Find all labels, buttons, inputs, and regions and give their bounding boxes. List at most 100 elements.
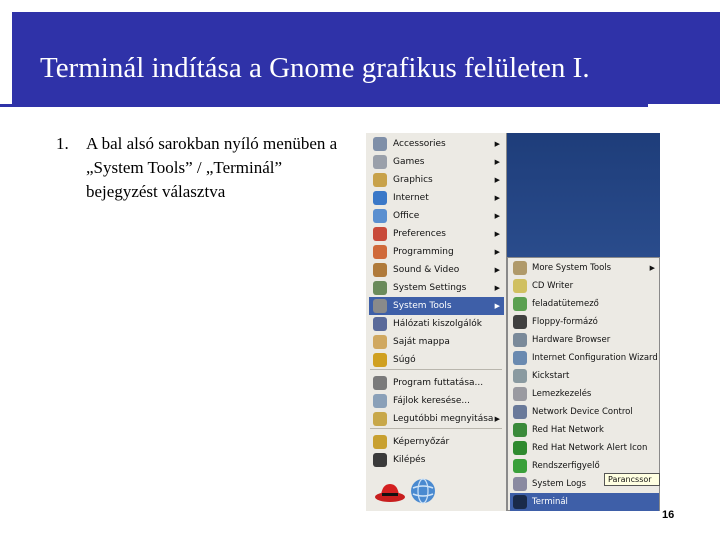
menu-item[interactable]: Fájlok keresése... [369,392,504,410]
submenu-item-label: Red Hat Network [532,425,604,435]
submenu-item[interactable]: Hardware Browser [510,331,659,349]
submenu-item[interactable]: More System Tools ▶ [510,259,659,277]
submenu-arrow-icon: ▶ [494,158,500,166]
menu-item-label: System Settings [393,283,467,293]
submenu-arrow-icon: ▶ [494,415,500,423]
menu-item-label: Képernyőzár [393,437,450,447]
menu-item-label: Accessories [393,139,446,149]
lock-screen-icon [373,435,387,449]
alert-icon [513,441,527,455]
submenu-arrow-icon: ▶ [494,266,500,274]
system-logs-icon [513,477,527,491]
menu-item[interactable]: Preferences ▶ [369,225,504,243]
kickstart-icon [513,369,527,383]
menu-item[interactable]: Saját mappa [369,333,504,351]
submenu-item[interactable]: Lemezkezelés [510,385,659,403]
sound-video-icon [373,263,387,277]
bullet-item: 1. A bal alsó sarokban nyíló menüben a „… [56,132,346,204]
submenu-arrow-icon: ▶ [494,230,500,238]
menu-item[interactable]: Legutóbbi megnyitása ▶ [369,410,504,428]
redhat-network-icon [513,423,527,437]
page-number: 16 [662,509,675,521]
submenu-arrow-icon: ▶ [494,248,500,256]
desktop-background [504,133,660,258]
menu-separator [370,428,502,429]
submenu-item-label: CD Writer [532,281,574,291]
menu-item[interactable]: Program futtatása... [369,374,504,392]
menu-item[interactable]: Programming ▶ [369,243,504,261]
submenu-item-label: Hardware Browser [532,335,611,345]
submenu-item-label: Internet Configuration Wizard [532,353,658,363]
slide-title: Terminál indítása a Gnome grafikus felül… [40,52,590,84]
accessories-icon [373,137,387,151]
menu-item-label: Hálózati kiszolgálók [393,319,482,329]
terminal-tooltip: Parancssor [604,473,660,486]
bullet-text: A bal alsó sarokban nyíló menüben a „Sys… [86,134,338,201]
submenu-arrow-icon: ▶ [494,194,500,202]
system-monitor-icon [513,459,527,473]
search-files-icon [373,394,387,408]
submenu-item[interactable]: CD Writer [510,277,659,295]
submenu-arrow-icon: ▶ [494,212,500,220]
menu-item[interactable]: Graphics ▶ [369,171,504,189]
menu-item[interactable]: Sound & Video ▶ [369,261,504,279]
menu-item-label: Programming [393,247,454,257]
home-folder-icon [373,335,387,349]
help-icon [373,353,387,367]
network-servers-icon [373,317,387,331]
menu-separator [370,369,502,370]
menu-item[interactable]: Games ▶ [369,153,504,171]
submenu-item[interactable]: Kickstart [510,367,659,385]
title-rule [0,104,636,107]
more-tools-icon [513,261,527,275]
preferences-icon [373,227,387,241]
submenu-item[interactable]: Terminál [510,493,659,511]
menu-item[interactable]: Képernyőzár [369,433,504,451]
gnome-menu-screenshot: Accessories ▶ Games ▶ Graphics ▶ Internet ▶ Offi… [366,133,660,511]
graphics-icon [373,173,387,187]
submenu-item[interactable]: Network Device Control [510,403,659,421]
menu-item[interactable]: System Tools ▶ [369,297,504,315]
menu-item-label: System Tools [393,301,452,311]
menu-item[interactable]: Súgó [369,351,504,369]
menu-item[interactable]: Internet ▶ [369,189,504,207]
submenu-item[interactable]: Red Hat Network Alert Icon [510,439,659,457]
office-icon [373,209,387,223]
submenu-item-label: Floppy-formázó [532,317,598,327]
menu-item[interactable]: Kilépés [369,451,504,469]
menu-item[interactable]: Office ▶ [369,207,504,225]
submenu-arrow-icon: ▶ [494,140,500,148]
menu-item-label: Office [393,211,420,221]
applications-menu: Accessories ▶ Games ▶ Graphics ▶ Internet ▶ Offi… [366,133,507,511]
submenu-item-label: Lemezkezelés [532,389,592,399]
globe-mouse-icon [411,478,435,504]
menu-item-label: Fájlok keresése... [393,396,470,406]
submenu-item-label: More System Tools [532,263,612,273]
floppy-icon [513,315,527,329]
logout-icon [373,453,387,467]
submenu-item-label: Terminál [532,497,568,507]
menu-item[interactable]: Hálózati kiszolgálók [369,315,504,333]
system-tools-icon [373,299,387,313]
submenu-arrow-icon: ▶ [494,302,500,310]
menu-item-label: Program futtatása... [393,378,484,388]
submenu-item[interactable]: Internet Configuration Wizard [510,349,659,367]
games-icon [373,155,387,169]
run-program-icon [373,376,387,390]
submenu-item[interactable]: feladatütemező [510,295,659,313]
menu-item-label: Graphics [393,175,433,185]
menu-item[interactable]: Accessories ▶ [369,135,504,153]
menu-item[interactable]: System Settings ▶ [369,279,504,297]
menu-item-label: Súgó [393,355,416,365]
submenu-item[interactable]: Red Hat Network [510,421,659,439]
internet-icon [373,191,387,205]
submenu-item-label: Red Hat Network Alert Icon [532,443,648,453]
submenu-arrow-icon: ▶ [494,176,500,184]
submenu-item[interactable]: Floppy-formázó [510,313,659,331]
network-device-icon [513,405,527,419]
redhat-logo-icon [375,484,405,502]
submenu-arrow-icon: ▶ [649,264,655,272]
recent-documents-icon [373,412,387,426]
submenu-item-label: feladatütemező [532,299,599,309]
submenu-arrow-icon: ▶ [494,284,500,292]
